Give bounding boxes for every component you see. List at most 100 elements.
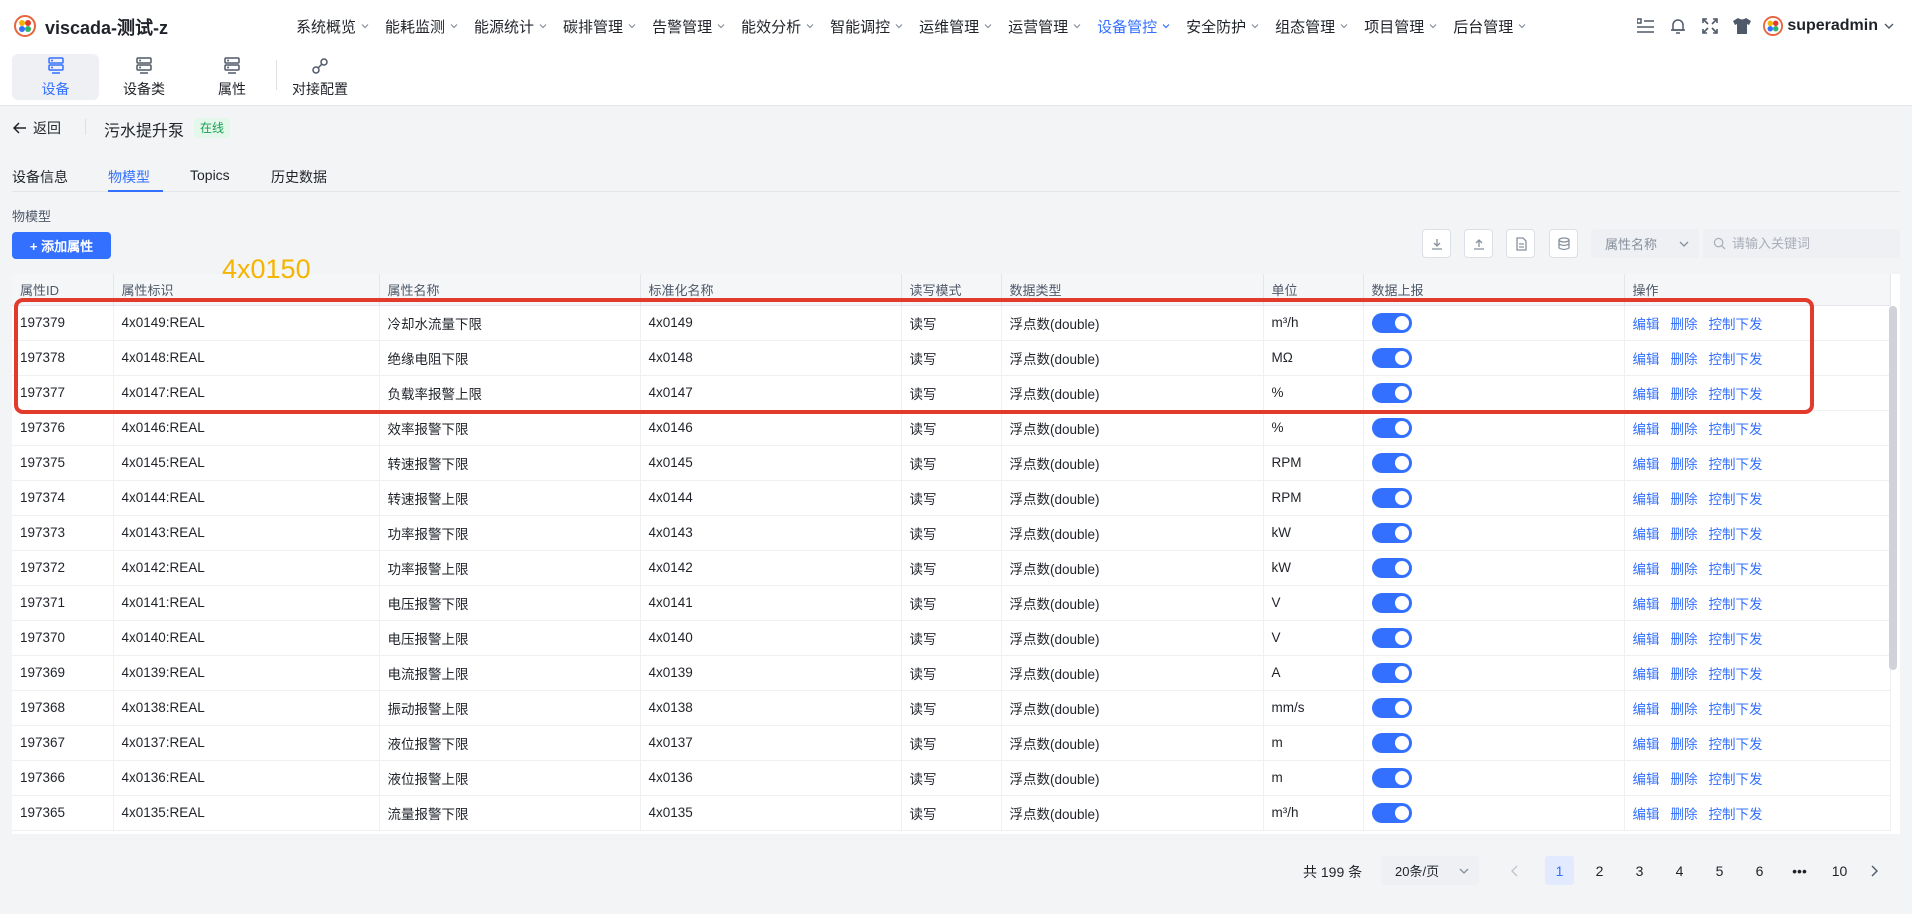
delete-link[interactable]: 删除 [1671,457,1698,472]
table-scrollbar[interactable] [1889,306,1897,670]
nav-item-0[interactable]: 系统概览 [296,16,369,37]
report-toggle[interactable] [1371,662,1412,683]
page-button[interactable]: 10 [1825,856,1854,885]
delete-link[interactable]: 删除 [1671,772,1698,787]
edit-link[interactable]: 编辑 [1633,387,1660,402]
report-toggle[interactable] [1371,312,1412,333]
control-link[interactable]: 控制下发 [1709,632,1763,647]
search-input[interactable] [1732,236,1892,251]
edit-link[interactable]: 编辑 [1633,422,1660,437]
report-toggle[interactable] [1371,522,1412,543]
delete-link[interactable]: 删除 [1671,352,1698,367]
nav-item-4[interactable]: 告警管理 [652,16,725,37]
edit-link[interactable]: 编辑 [1633,667,1660,682]
page-button[interactable]: 3 [1625,856,1654,885]
report-toggle[interactable] [1371,487,1412,508]
control-link[interactable]: 控制下发 [1709,422,1763,437]
report-toggle[interactable] [1371,557,1412,578]
page-button[interactable]: 4 [1665,856,1694,885]
edit-link[interactable]: 编辑 [1633,737,1660,752]
page-button[interactable]: 6 [1745,856,1774,885]
delete-link[interactable]: 删除 [1671,527,1698,542]
delete-link[interactable]: 删除 [1671,422,1698,437]
control-link[interactable]: 控制下发 [1709,527,1763,542]
back-button[interactable]: 返回 [13,118,61,138]
nav-item-9[interactable]: 设备管控 [1097,16,1170,37]
control-link[interactable]: 控制下发 [1709,597,1763,612]
nav-item-13[interactable]: 后台管理 [1453,16,1526,37]
nav-item-5[interactable]: 能效分析 [741,16,814,37]
delete-link[interactable]: 删除 [1671,387,1698,402]
database-button[interactable] [1549,229,1578,258]
user-avatar-icon[interactable] [1763,16,1784,36]
download-button[interactable] [1422,229,1451,258]
delete-link[interactable]: 删除 [1671,562,1698,577]
search-field-select[interactable]: 属性名称 [1591,229,1699,258]
delete-link[interactable]: 删除 [1671,632,1698,647]
bell-icon[interactable] [1667,15,1689,37]
report-toggle[interactable] [1371,452,1412,473]
control-link[interactable]: 控制下发 [1709,702,1763,717]
delete-link[interactable]: 删除 [1671,702,1698,717]
control-link[interactable]: 控制下发 [1709,352,1763,367]
tab-history[interactable]: 历史数据 [271,167,327,187]
theme-shirt-icon[interactable] [1731,15,1753,37]
control-link[interactable]: 控制下发 [1709,492,1763,507]
control-link[interactable]: 控制下发 [1709,457,1763,472]
edit-link[interactable]: 编辑 [1633,457,1660,472]
edit-link[interactable]: 编辑 [1633,702,1660,717]
nav-item-7[interactable]: 运维管理 [919,16,992,37]
nav-item-2[interactable]: 能源统计 [474,16,547,37]
tab-topics[interactable]: Topics [190,167,230,183]
delete-link[interactable]: 删除 [1671,317,1698,332]
edit-link[interactable]: 编辑 [1633,352,1660,367]
report-toggle[interactable] [1371,417,1412,438]
report-toggle[interactable] [1371,697,1412,718]
report-toggle[interactable] [1371,767,1412,788]
control-link[interactable]: 控制下发 [1709,772,1763,787]
module-attribute[interactable]: 属性 [206,54,258,100]
delete-link[interactable]: 删除 [1671,492,1698,507]
nav-item-8[interactable]: 运营管理 [1008,16,1081,37]
edit-link[interactable]: 编辑 [1633,807,1660,822]
delete-link[interactable]: 删除 [1671,597,1698,612]
edit-link[interactable]: 编辑 [1633,492,1660,507]
nav-item-3[interactable]: 碳排管理 [563,16,636,37]
username[interactable]: superadmin [1787,17,1878,35]
delete-link[interactable]: 删除 [1671,667,1698,682]
tab-thing-model[interactable]: 物模型 [108,167,150,187]
report-toggle[interactable] [1371,627,1412,648]
delete-link[interactable]: 删除 [1671,737,1698,752]
page-button[interactable]: 5 [1705,856,1734,885]
edit-link[interactable]: 编辑 [1633,317,1660,332]
upload-button[interactable] [1464,229,1493,258]
module-device[interactable]: 设备 [12,54,99,100]
control-link[interactable]: 控制下发 [1709,387,1763,402]
page-button[interactable]: 1 [1545,856,1574,885]
fullscreen-icon[interactable] [1699,15,1721,37]
edit-link[interactable]: 编辑 [1633,772,1660,787]
nav-item-12[interactable]: 项目管理 [1364,16,1437,37]
report-toggle[interactable] [1371,347,1412,368]
document-button[interactable] [1506,229,1535,258]
control-link[interactable]: 控制下发 [1709,807,1763,822]
nav-item-11[interactable]: 组态管理 [1275,16,1348,37]
user-menu-chevron-icon[interactable] [1884,22,1894,30]
nav-item-10[interactable]: 安全防护 [1186,16,1259,37]
edit-link[interactable]: 编辑 [1633,527,1660,542]
nav-item-6[interactable]: 智能调控 [830,16,903,37]
edit-link[interactable]: 编辑 [1633,562,1660,577]
report-toggle[interactable] [1371,732,1412,753]
edit-link[interactable]: 编辑 [1633,597,1660,612]
prev-page-button[interactable] [1500,856,1529,885]
nav-item-1[interactable]: 能耗监测 [385,16,458,37]
control-link[interactable]: 控制下发 [1709,562,1763,577]
control-link[interactable]: 控制下发 [1709,667,1763,682]
module-integration[interactable]: 对接配置 [290,54,350,100]
next-page-button[interactable] [1860,856,1889,885]
edit-link[interactable]: 编辑 [1633,632,1660,647]
report-toggle[interactable] [1371,802,1412,823]
report-toggle[interactable] [1371,592,1412,613]
report-toggle[interactable] [1371,382,1412,403]
control-link[interactable]: 控制下发 [1709,317,1763,332]
